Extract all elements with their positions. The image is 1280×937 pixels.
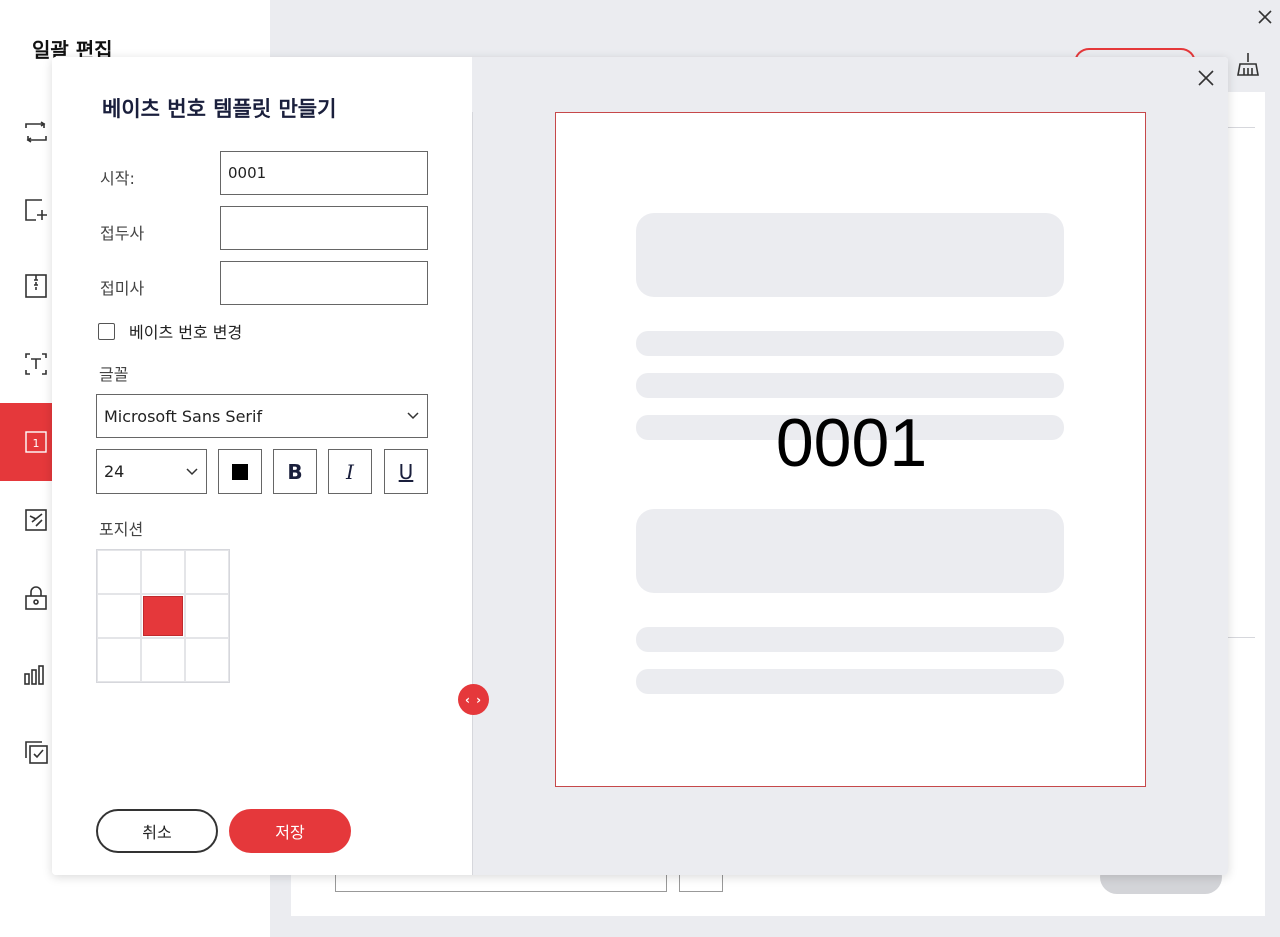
app-close-icon[interactable] <box>1254 6 1276 28</box>
divider <box>1225 127 1255 128</box>
resize-handle[interactable]: ‹ › <box>458 684 489 715</box>
text-field-icon[interactable] <box>22 350 50 378</box>
font-color-button[interactable] <box>218 449 262 494</box>
chart-icon[interactable] <box>22 660 50 688</box>
bates-template-dialog: 베이츠 번호 템플릿 만들기 시작: 접두사 접미사 베이츠 번호 변경 글꼴 … <box>52 57 1228 875</box>
dialog-close-icon[interactable] <box>1195 67 1217 89</box>
svg-text:1: 1 <box>33 437 40 450</box>
position-grid <box>96 549 230 683</box>
divider <box>1225 637 1255 638</box>
position-bottom-right[interactable] <box>185 638 229 682</box>
placeholder-block <box>636 213 1064 297</box>
bates-number-icon[interactable]: 1 <box>22 428 50 456</box>
placeholder-line <box>636 331 1064 356</box>
preview-page: 0001 <box>555 112 1146 787</box>
font-family-select[interactable]: Microsoft Sans Serif <box>96 394 428 438</box>
pane-divider <box>472 112 473 875</box>
change-bates-label: 베이츠 번호 변경 <box>129 323 243 342</box>
placeholder-line <box>636 373 1064 398</box>
position-selected-marker <box>143 596 183 636</box>
underline-button[interactable]: U <box>384 449 428 494</box>
position-middle-center[interactable] <box>141 594 185 638</box>
chevron-left-right-icon: ‹ › <box>464 692 483 707</box>
save-button[interactable]: 저장 <box>229 809 351 853</box>
prefix-label: 접두사 <box>100 224 145 243</box>
black-square-icon <box>232 463 248 480</box>
position-middle-right[interactable] <box>185 594 229 638</box>
placeholder-block <box>636 509 1064 593</box>
position-bottom-left[interactable] <box>97 638 141 682</box>
font-section-label: 글꼴 <box>99 365 129 384</box>
position-top-left[interactable] <box>97 550 141 594</box>
copy-check-icon[interactable] <box>22 738 50 766</box>
position-section-label: 포지션 <box>99 520 144 539</box>
position-top-center[interactable] <box>141 550 185 594</box>
broom-icon[interactable] <box>1234 50 1262 78</box>
start-label: 시작: <box>100 169 135 188</box>
bold-button[interactable]: B <box>273 449 317 494</box>
font-family-value: Microsoft Sans Serif <box>104 406 263 426</box>
position-middle-left[interactable] <box>97 594 141 638</box>
zip-file-icon[interactable] <box>22 272 50 300</box>
chevron-down-icon <box>407 412 419 420</box>
preview-bates-number: 0001 <box>775 405 928 481</box>
suffix-input[interactable] <box>220 261 428 305</box>
suffix-label: 접미사 <box>100 279 145 298</box>
change-bates-row[interactable]: 베이츠 번호 변경 <box>98 319 242 343</box>
placeholder-line <box>636 669 1064 694</box>
position-bottom-center[interactable] <box>141 638 185 682</box>
rotate-pages-icon[interactable] <box>22 118 50 146</box>
font-size-select[interactable]: 24 <box>96 449 207 494</box>
start-input[interactable] <box>220 151 428 195</box>
settings-pane: 베이츠 번호 템플릿 만들기 시작: 접두사 접미사 베이츠 번호 변경 글꼴 … <box>52 57 472 875</box>
position-top-right[interactable] <box>185 550 229 594</box>
redact-icon[interactable] <box>22 506 50 534</box>
placeholder-line <box>636 627 1064 652</box>
prefix-input[interactable] <box>220 206 428 250</box>
dialog-title: 베이츠 번호 템플릿 만들기 <box>102 97 337 121</box>
cancel-button[interactable]: 취소 <box>96 809 218 853</box>
italic-button[interactable]: I <box>328 449 372 494</box>
lock-icon[interactable] <box>22 584 50 612</box>
add-page-icon[interactable] <box>22 196 50 224</box>
font-size-value: 24 <box>104 462 125 481</box>
chevron-down-icon <box>186 467 198 475</box>
change-bates-checkbox[interactable] <box>98 322 115 340</box>
